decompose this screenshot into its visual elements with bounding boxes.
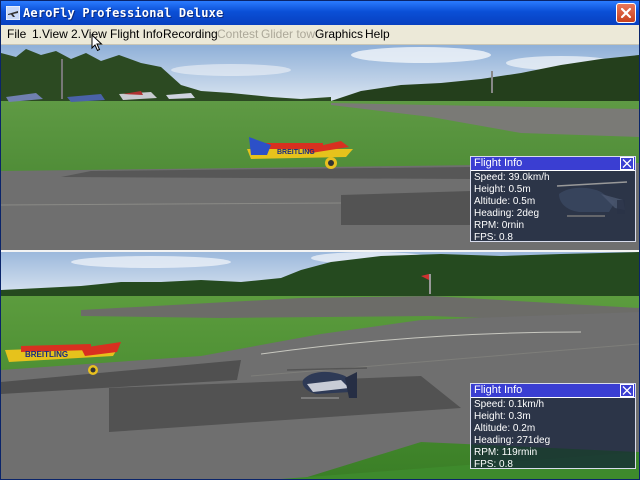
height-readout: Height: 0.3m xyxy=(474,411,531,422)
menu-view-1[interactable]: 1.View xyxy=(32,27,68,41)
helicopter-icon xyxy=(556,181,628,217)
menu-flight-info[interactable]: Flight Info xyxy=(110,27,163,41)
heading-readout: Heading: 2deg xyxy=(474,208,540,219)
plane-livery-text: BREITLING xyxy=(277,149,315,156)
altitude-readout: Altitude: 0.2m xyxy=(474,423,536,434)
camera-view-2[interactable]: BREITLING Flight Info Speed: 0.1km/h Hei… xyxy=(1,252,639,479)
fps-readout: FPS: 0.8 xyxy=(474,459,513,470)
cloud xyxy=(171,64,291,76)
rpm-readout: RPM: 119rmin xyxy=(474,447,538,458)
heading-readout: Heading: 271deg xyxy=(474,435,551,446)
close-button[interactable] xyxy=(616,3,636,23)
panel-title: Flight Info xyxy=(474,384,523,396)
pole xyxy=(61,59,63,99)
app-icon xyxy=(6,6,20,20)
fps-readout: FPS: 0.8 xyxy=(474,232,513,243)
panel-title-bar[interactable]: Flight Info xyxy=(471,384,635,398)
rpm-readout: RPM: 0rnin xyxy=(474,220,525,231)
camera-view-1[interactable]: BREITLING Flight Info Speed: 39.0km/h He… xyxy=(1,45,639,250)
flight-info-panel-2: Flight Info Speed: 0.1km/h Height: 0.3m … xyxy=(470,383,636,470)
app-window: AeroFly Professional Deluxe File 1.View … xyxy=(0,0,640,480)
speed-readout: Speed: 0.1km/h xyxy=(474,399,545,410)
close-icon xyxy=(620,7,632,19)
runway-patch xyxy=(341,191,471,225)
close-icon[interactable] xyxy=(620,157,634,170)
speed-readout: Speed: 39.0km/h xyxy=(474,172,550,183)
height-readout: Height: 0.5m xyxy=(474,184,531,195)
panel-title: Flight Info xyxy=(474,157,523,169)
plane-livery-text: BREITLING xyxy=(25,350,68,359)
window-title: AeroFly Professional Deluxe xyxy=(23,6,224,20)
title-bar[interactable]: AeroFly Professional Deluxe xyxy=(1,1,639,25)
menu-graphics[interactable]: Graphics xyxy=(315,27,363,41)
mouse-cursor-icon xyxy=(91,34,103,52)
menu-glider-tow[interactable]: Glider tow xyxy=(261,27,315,41)
cloud xyxy=(351,47,491,63)
menu-recording[interactable]: Recording xyxy=(163,27,218,41)
flight-info-panel-1: Flight Info Speed: 39.0km/h Height: 0.5m… xyxy=(470,156,636,243)
menu-contest[interactable]: Contest xyxy=(217,27,258,41)
menu-file[interactable]: File xyxy=(7,27,26,41)
menu-help[interactable]: Help xyxy=(365,27,390,41)
close-icon[interactable] xyxy=(620,384,634,397)
altitude-readout: Altitude: 0.5m xyxy=(474,196,536,207)
panel-title-bar[interactable]: Flight Info xyxy=(471,157,635,171)
pole xyxy=(491,71,493,93)
